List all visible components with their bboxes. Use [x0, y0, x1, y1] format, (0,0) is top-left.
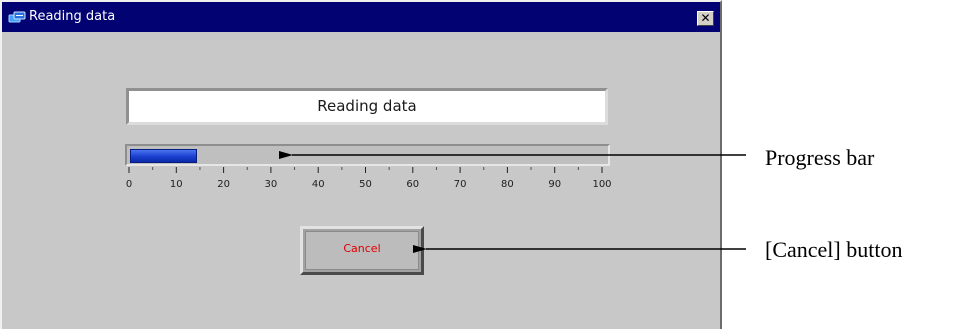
close-button[interactable]: ✕: [697, 11, 714, 26]
progress-fill: [130, 149, 197, 163]
scale-tick-label: 100: [592, 179, 611, 190]
scale-tick-label: 40: [312, 179, 325, 190]
cancel-button[interactable]: Cancel: [300, 226, 424, 275]
scale-tick-label: 50: [359, 179, 372, 190]
title-bar[interactable]: Reading data ✕: [2, 2, 720, 32]
reading-data-dialog: Reading data ✕ Reading data 0 10 20 30 40 50 6…: [0, 0, 722, 329]
cancel-button-callout-label: [Cancel] button: [765, 237, 903, 262]
status-text-box: Reading data: [126, 88, 608, 125]
scale-tick-label: 20: [217, 179, 230, 190]
scale-tick-label: 60: [406, 179, 419, 190]
scale-tick-label: 10: [170, 179, 183, 190]
scale-tick-label: 0: [126, 179, 132, 190]
scale-tick-label: 70: [454, 179, 467, 190]
window-title: Reading data: [29, 9, 116, 24]
data-transfer-icon: [8, 11, 26, 23]
progress-bar: [125, 144, 610, 166]
scale-tick-label: 90: [548, 179, 561, 190]
scale-tick-label: 30: [265, 179, 278, 190]
scale-tick-label: 80: [501, 179, 514, 190]
close-icon: ✕: [700, 11, 711, 25]
cancel-button-label: Cancel: [305, 231, 419, 270]
progress-bar-callout-label: Progress bar: [765, 145, 875, 170]
